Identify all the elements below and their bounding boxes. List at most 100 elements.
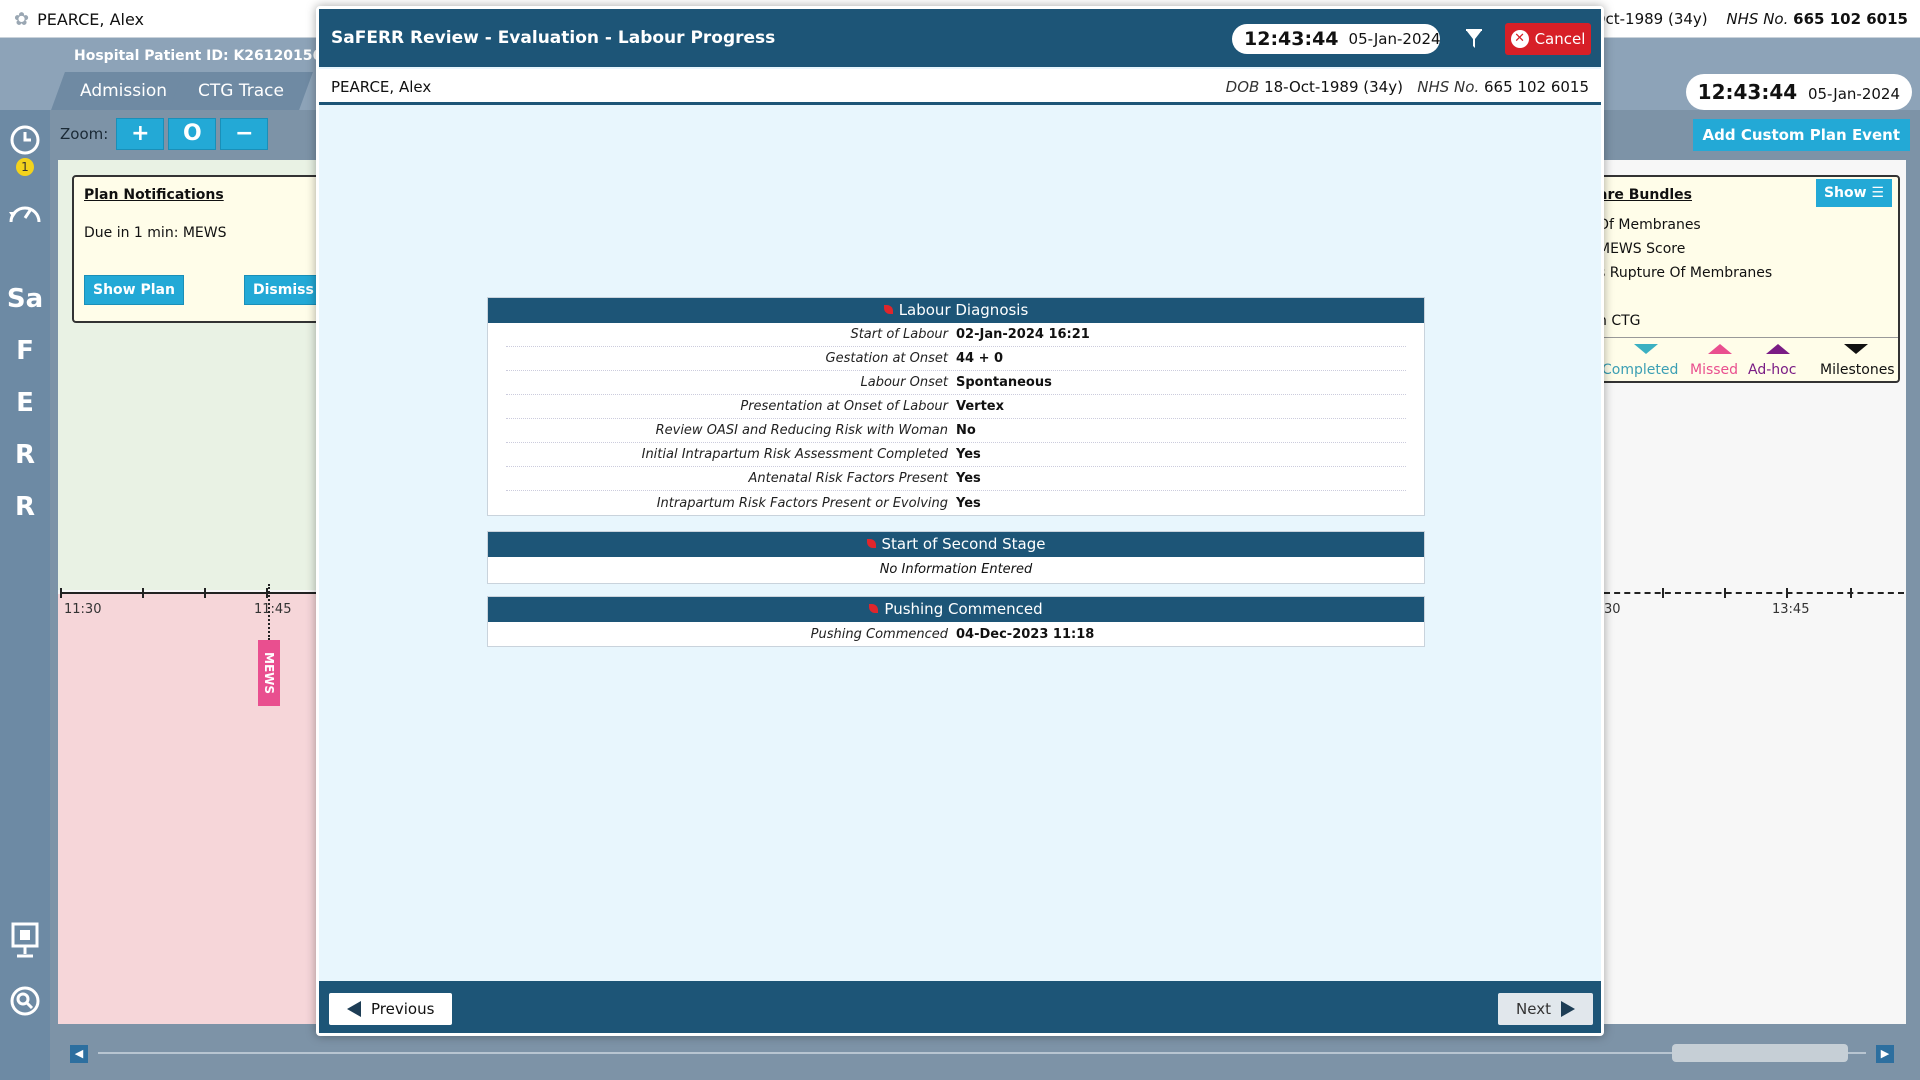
table-row: Labour Onset Spontaneous [506,371,1406,395]
list-item: n CTG [1598,313,1641,329]
presentation-icon[interactable] [0,922,50,962]
zoom-reset-button[interactable]: O [168,118,217,150]
flag-icon [866,539,876,548]
left-sidebar: 1 Sa F E R R [0,110,50,1080]
clock-date: 05-Jan-2024 [1348,30,1441,48]
legend-missed: Missed [1690,362,1739,378]
scroll-left-icon[interactable]: ◀ [70,1045,88,1063]
no-information-text: No Information Entered [879,562,1033,577]
section-header: Labour Diagnosis [488,298,1424,323]
saferr-review-dialog: SaFERR Review - Evaluation - Labour Prog… [316,6,1604,1036]
due-text: Due in 1 min: MEWS [84,225,227,241]
tick-label: 13:45 [1772,602,1810,617]
care-bundles-title: are Bundles [1598,187,1692,203]
table-row: Start of Labour 02-Jan-2024 16:21 [506,323,1406,347]
zoom-out-button[interactable]: − [220,118,269,150]
clock-time: 12:43:44 [1244,28,1339,50]
timeline-scrollbar[interactable]: ◀ ▶ [58,1038,1906,1068]
tick-label: 30 [1604,602,1621,617]
close-icon: ✕ [1510,30,1529,48]
dialog-clock: 12:43:44 05-Jan-2024 [1232,24,1441,54]
care-bundles-panel: are Bundles Show ☰ Of Membranes MEWS Sco… [1596,175,1900,383]
care-bundles-legend: Completed Missed Ad-hoc Milestones [1598,337,1898,381]
section-start-of-second-stage: Start of Second Stage No Information Ent… [487,531,1425,584]
sidebar-item-r1[interactable]: R [0,440,50,470]
tick-label: 11:30 [64,602,102,617]
zoom-controls: Zoom: + O − [60,118,269,150]
scroll-track [98,1052,1866,1054]
dob-label: DOB [1225,78,1260,96]
nhs-number: 665 102 6015 [1484,78,1589,96]
add-custom-plan-event-button[interactable]: Add Custom Plan Event [1692,119,1910,151]
mews-marker-tag[interactable]: MEWS [258,640,280,706]
zoom-in-button[interactable]: + [116,118,165,150]
table-row: Gestation at Onset 44 + 0 [506,347,1406,371]
app-clock: 12:43:44 05-Jan-2024 [1685,74,1912,110]
sidebar-item-e[interactable]: E [0,388,50,418]
adhoc-icon [1766,344,1790,354]
scroll-thumb[interactable] [1672,1044,1848,1062]
section-labour-diagnosis: Labour Diagnosis Start of Labour 02-Jan-2… [487,297,1425,516]
tab-ctg-trace[interactable]: CTG Trace [169,72,313,110]
clock-time: 12:43:44 [1697,80,1798,104]
patient-name: PEARCE, Alex [37,10,144,29]
zoom-label: Zoom: [60,125,109,143]
legend-completed: Completed [1602,362,1679,378]
missed-icon [1708,344,1732,354]
list-item: Of Membranes [1598,217,1701,233]
table-row: Presentation at Onset of Labour Vertex [506,395,1406,419]
dialog-header: SaFERR Review - Evaluation - Labour Prog… [319,9,1601,67]
flag-icon [869,604,879,613]
list-item: s Rupture Of Membranes [1598,265,1773,281]
table-row: Antenatal Risk Factors Present Yes [506,467,1406,491]
patient-name: PEARCE, Alex [331,78,432,96]
alarm-badge: 1 [16,158,34,176]
patient-demographics: 18-Oct-1989 (34y) NHS No. 665 102 6015 [1569,10,1908,28]
history-gauge-icon[interactable] [0,198,50,232]
arrow-left-icon [347,1001,361,1017]
next-button[interactable]: Next [1498,993,1593,1025]
search-icon[interactable] [0,984,50,1022]
milestones-icon [1844,344,1868,354]
dialog-footer: Previous Next [319,981,1601,1033]
scroll-right-icon[interactable]: ▶ [1876,1045,1894,1063]
alarm-clock-icon[interactable] [0,122,50,160]
nhs-label: NHS No. [1417,78,1480,96]
nhs-number: 665 102 6015 [1793,10,1908,28]
tick-label: 11:45 [254,602,292,617]
completed-icon [1634,344,1658,354]
cancel-button[interactable]: ✕ Cancel [1505,23,1591,55]
section-header: Pushing Commenced [488,597,1424,622]
sidebar-item-sa[interactable]: Sa [0,284,50,314]
patient-header: ✿ PEARCE, Alex [14,9,144,30]
clock-date: 05-Jan-2024 [1807,85,1900,103]
previous-button[interactable]: Previous [329,993,453,1025]
sidebar-item-f[interactable]: F [0,336,50,366]
dob-value: 18-Oct-1989 (34y) [1264,78,1403,96]
nhs-label: NHS No. [1726,10,1789,28]
show-plan-button[interactable]: Show Plan [84,275,184,305]
dismiss-button[interactable]: Dismiss [244,275,323,305]
table-row: Pushing Commenced 04-Dec-2023 11:18 [810,626,1095,642]
timeline-axis-right: 30 13:45 [1604,588,1904,617]
legend-milestones: Milestones [1820,362,1895,378]
dialog-patient-bar: PEARCE, Alex DOB 18-Oct-1989 (34y) NHS N… [319,69,1601,105]
list-item: MEWS Score [1598,241,1686,257]
filter-icon[interactable] [1461,26,1487,52]
timeline-axis-left: 11:30 11:45 [60,588,318,617]
mews-marker-line [268,584,270,640]
section-pushing-commenced: Pushing Commenced Pushing Commenced 04-De… [487,596,1425,647]
sidebar-item-r2[interactable]: R [0,492,50,522]
table-row: Review OASI and Reducing Risk with Woman… [506,419,1406,443]
arrow-right-icon [1561,1001,1575,1017]
table-row: Initial Intrapartum Risk Assessment Comp… [506,443,1406,467]
legend-adhoc: Ad-hoc [1748,362,1797,378]
patient-demographics: DOB 18-Oct-1989 (34y) NHS No. 665 102 60… [1226,78,1589,96]
care-bundles-show-button[interactable]: Show ☰ [1815,179,1892,207]
plan-notifications-title: Plan Notifications [84,187,224,203]
cancel-label: Cancel [1534,30,1586,48]
table-row: Intrapartum Risk Factors Present or Evol… [656,495,981,511]
flower-icon: ✿ [14,9,30,30]
plan-notifications-panel: Plan Notifications Due in 1 min: MEWS Sh… [72,175,323,323]
section-header: Start of Second Stage [488,532,1424,557]
